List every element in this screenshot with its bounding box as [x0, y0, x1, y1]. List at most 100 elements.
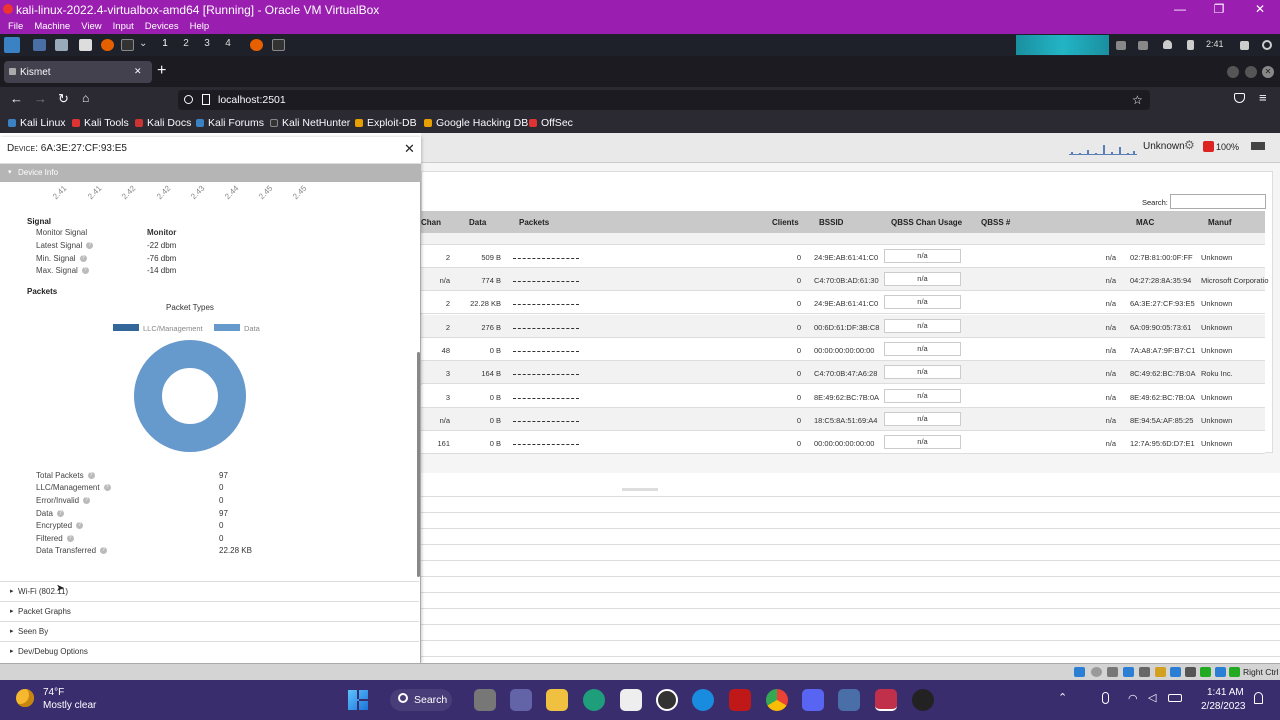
home-icon[interactable]: ⌂ — [82, 91, 89, 105]
recording-icon[interactable] — [1185, 667, 1196, 677]
maximize-button[interactable]: ❐ — [1199, 0, 1239, 19]
help-icon[interactable]: ? — [79, 255, 87, 263]
col-clients[interactable]: Clients — [772, 218, 799, 227]
chrome-icon[interactable] — [766, 689, 788, 711]
browser-close-icon[interactable]: ✕ — [1262, 66, 1274, 78]
notification-bell-icon[interactable] — [1254, 692, 1263, 704]
close-tab-icon[interactable]: ✕ — [134, 66, 142, 77]
bookmark-kali-tools[interactable]: Kali Tools — [72, 117, 129, 129]
menu-input[interactable]: Input — [113, 21, 134, 32]
menu-view[interactable]: View — [81, 21, 101, 32]
bookmark-kali-nethunter[interactable]: Kali NetHunter — [270, 117, 350, 129]
col-chan[interactable]: Chan — [421, 218, 441, 227]
menu-machine[interactable]: Machine — [34, 21, 70, 32]
shared-folders-icon[interactable] — [1155, 667, 1166, 677]
virtualbox-icon[interactable] — [838, 689, 860, 711]
kali-menu-icon[interactable] — [4, 37, 20, 53]
new-tab-button[interactable]: + — [157, 62, 166, 80]
terminal-window-icon[interactable] — [272, 39, 285, 51]
col-manuf[interactable]: Manuf — [1208, 218, 1232, 227]
table-row[interactable]: 48 0 B 0 00:00:00:00:00:00 n/a 7A:A8:A7:9F:B7… — [421, 338, 1265, 361]
minimize-button[interactable]: — — [1160, 0, 1200, 19]
app-icon[interactable] — [656, 689, 678, 711]
device-info-accordion-header[interactable]: ▾ Device Info — [0, 164, 421, 182]
teams-icon[interactable] — [510, 689, 532, 711]
chevron-up-icon[interactable]: ⌃ — [1058, 691, 1067, 704]
settings-gear-icon[interactable]: ⚙ — [1184, 138, 1195, 152]
app-menu-icon[interactable]: ≡ — [1259, 90, 1267, 105]
firefox-icon[interactable] — [101, 39, 114, 51]
battery-icon[interactable] — [1168, 694, 1182, 702]
start-icon[interactable] — [348, 690, 368, 710]
tab-kismet[interactable]: Kismet ✕ — [4, 61, 152, 83]
keyboard-icon[interactable] — [1229, 667, 1240, 677]
weather-desc[interactable]: Mostly clear — [43, 700, 96, 711]
mcafee-icon[interactable] — [729, 689, 751, 711]
help-icon[interactable]: ? — [83, 497, 91, 505]
workspace-1[interactable]: 1 — [157, 38, 173, 49]
section-dev-debug[interactable]: ▸ Dev/Debug Options — [0, 641, 419, 662]
pocket-icon[interactable] — [1234, 93, 1245, 103]
volume-icon[interactable]: ◁ — [1148, 691, 1156, 704]
help-icon[interactable]: ? — [56, 510, 64, 518]
optical-drive-icon[interactable] — [1091, 667, 1102, 677]
table-row[interactable]: 2 22.28 KB 0 24:9E:AB:61:41:C0 n/a 6A:3E:27:C… — [421, 291, 1265, 314]
help-app-icon[interactable] — [692, 689, 714, 711]
table-row[interactable]: n/a 0 B 0 18:C5:8A:51:69:A4 n/a 8E:94:5A:AF:8… — [421, 408, 1265, 431]
notifications-icon[interactable] — [1163, 40, 1172, 49]
window-dot-icon[interactable] — [1245, 66, 1257, 78]
taskbar-search[interactable]: Search — [390, 689, 452, 711]
search-input[interactable] — [1170, 194, 1266, 209]
col-qbss-count[interactable]: QBSS # — [981, 218, 1010, 227]
text-editor-icon[interactable] — [79, 39, 92, 51]
terminal-icon[interactable] — [121, 39, 134, 51]
help-icon[interactable]: ? — [100, 547, 108, 555]
audio-icon[interactable] — [1107, 667, 1118, 677]
mouse-integration-icon[interactable] — [1215, 667, 1226, 677]
col-packets[interactable]: Packets — [519, 218, 549, 227]
lock-icon[interactable] — [1240, 41, 1249, 50]
clock-date[interactable]: 2/28/2023 — [1201, 701, 1246, 712]
table-row[interactable]: n/a 774 B 0 C4:70:0B:AD:61:30 n/a 04:27:28:8A… — [421, 268, 1269, 291]
table-row[interactable]: 3 164 B 0 C4:70:0B:47:A6:28 n/a 8C:49:62:BC:7… — [421, 361, 1265, 384]
bookmark-star-icon[interactable]: ☆ — [1132, 90, 1143, 110]
reload-icon[interactable]: ↻ — [58, 91, 69, 107]
show-desktop-icon[interactable] — [33, 39, 46, 51]
close-panel-icon[interactable]: ✕ — [404, 137, 415, 161]
wifi-icon[interactable]: ◠ — [1128, 692, 1138, 705]
microphone-icon[interactable] — [1102, 692, 1109, 704]
help-icon[interactable]: ? — [103, 484, 111, 492]
bookmark-google-hacking-db[interactable]: Google Hacking DB — [424, 117, 528, 129]
task-view-icon[interactable] — [474, 689, 496, 711]
weather-temp[interactable]: 74°F — [43, 687, 64, 698]
col-mac[interactable]: MAC — [1136, 218, 1154, 227]
col-bssid[interactable]: BSSID — [819, 218, 843, 227]
clock-time[interactable]: 1:41 AM — [1207, 687, 1244, 698]
bookmark-kali-docs[interactable]: Kali Docs — [135, 117, 191, 129]
help-icon[interactable]: ? — [66, 535, 74, 543]
panel-scrollbar[interactable] — [417, 352, 420, 577]
file-manager-icon[interactable] — [55, 39, 68, 51]
site-info-icon[interactable] — [184, 95, 193, 104]
store-icon[interactable] — [620, 689, 642, 711]
url-bar[interactable]: localhost:2501 ☆ — [178, 90, 1150, 110]
panel-clock[interactable]: 2:41 — [1206, 39, 1224, 49]
github-icon[interactable] — [912, 689, 934, 711]
pie-slice-data[interactable] — [134, 340, 246, 452]
weather-icon[interactable] — [16, 689, 34, 707]
kali-vm-icon[interactable] — [875, 689, 897, 711]
section-seen-by[interactable]: ▸ Seen By — [0, 621, 419, 641]
display-icon[interactable] — [1116, 41, 1126, 50]
help-icon[interactable]: ? — [76, 522, 84, 530]
workspace-3[interactable]: 3 — [199, 38, 215, 49]
file-explorer-icon[interactable] — [546, 689, 568, 711]
bookmark-kali-linux[interactable]: Kali Linux — [8, 117, 66, 129]
bookmark-offsec[interactable]: OffSec — [529, 117, 573, 129]
forward-icon[interactable]: → — [34, 91, 47, 106]
back-icon[interactable]: ← — [10, 91, 23, 106]
network-icon[interactable] — [1138, 41, 1148, 50]
bookmark-exploit-db[interactable]: Exploit-DB — [355, 117, 417, 129]
help-icon[interactable]: ? — [86, 242, 94, 250]
help-icon[interactable]: ? — [81, 267, 89, 275]
datasource-status[interactable]: Unknown — [1143, 141, 1185, 152]
